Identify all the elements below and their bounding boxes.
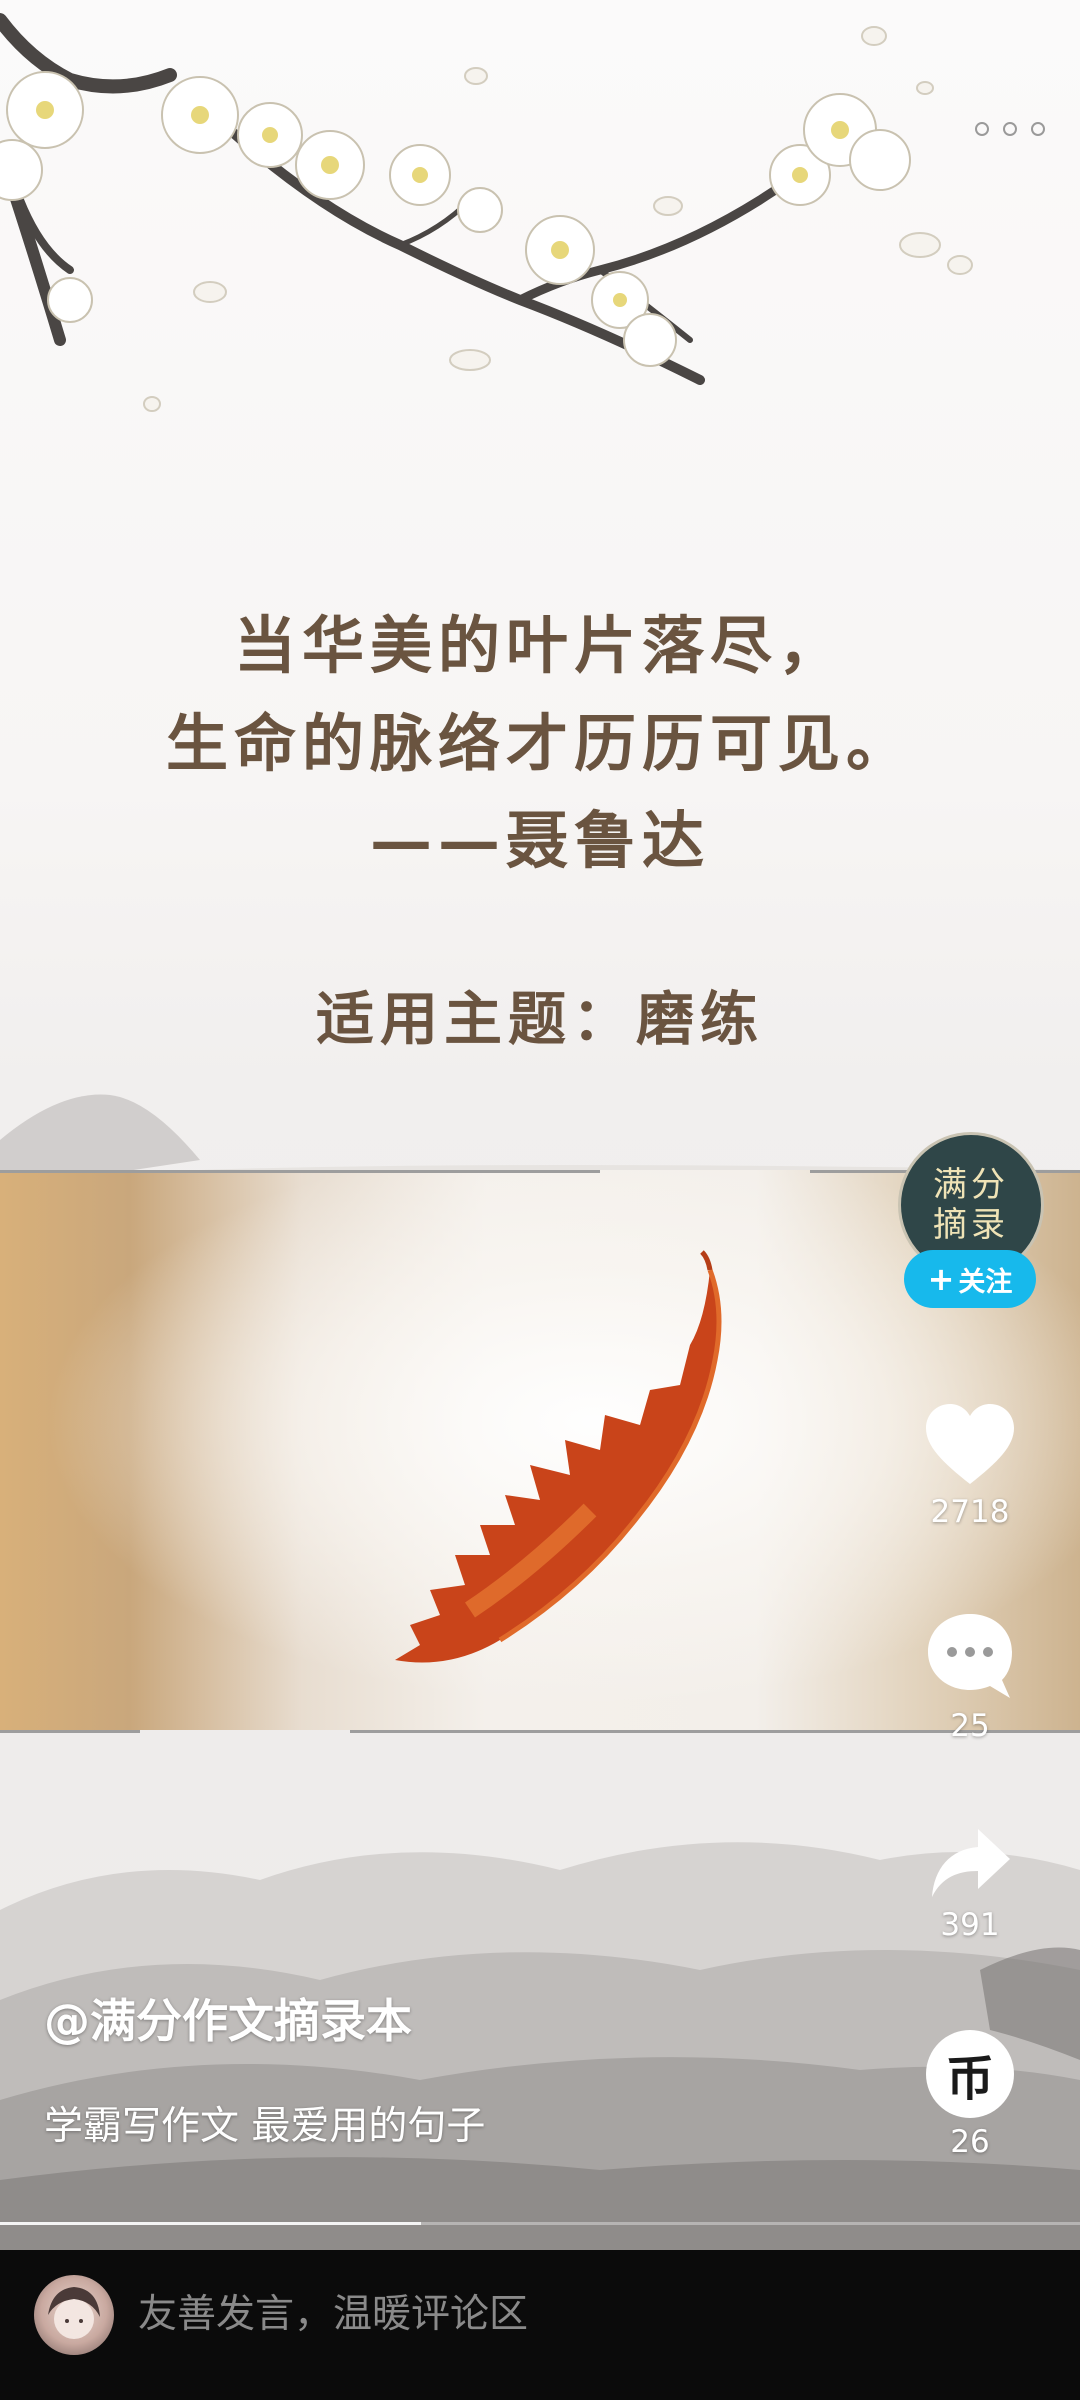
- plum-blossom-decoration: [0, 13, 973, 412]
- video-progress-fill: [0, 2222, 422, 2225]
- coin-count: 26: [950, 2124, 990, 2160]
- user-avatar[interactable]: [34, 2275, 114, 2355]
- user-avatar-image: [48, 2287, 100, 2339]
- comment-input[interactable]: 友善发言，温暖评论区: [138, 2285, 1038, 2345]
- share-count: 391: [940, 1907, 1000, 1943]
- more-options-button[interactable]: [975, 115, 1045, 143]
- theme-line: 适用主题：磨练: [315, 985, 764, 1053]
- plus-icon: +: [927, 1260, 955, 1298]
- video-progress-bar[interactable]: [0, 2222, 1080, 2225]
- follow-button[interactable]: + 关注: [904, 1250, 1036, 1308]
- quote-line-2: 生命的脉络才历历可见。: [165, 707, 914, 780]
- video-caption: 学霸写作文 最爱用的句子: [44, 2104, 486, 2149]
- like-button[interactable]: 2718: [900, 1402, 1040, 1530]
- comment-count: 25: [950, 1708, 990, 1744]
- avatar-text-line-2: 摘录: [933, 1205, 1009, 1245]
- coin-icon: 币: [926, 2030, 1014, 2118]
- red-leaf-illustration: [395, 1250, 722, 1663]
- quote-line-1: 当华美的叶片落尽，: [233, 609, 846, 682]
- heart-icon: [926, 1404, 1014, 1484]
- coin-button[interactable]: 币 26: [900, 2030, 1040, 2160]
- author-name[interactable]: @满分作文摘录本: [44, 1985, 412, 2051]
- follow-label: 关注: [958, 1266, 1013, 1298]
- like-count: 2718: [930, 1494, 1010, 1530]
- share-arrow-icon: [932, 1829, 1010, 1897]
- quote-author: ——聂鲁达: [369, 804, 710, 877]
- comment-button[interactable]: 25: [900, 1610, 1040, 1744]
- video-player[interactable]: 当华美的叶片落尽， 生命的脉络才历历可见。 ——聂鲁达 适用主题：磨练 @满分作…: [0, 0, 1080, 2250]
- avatar-text-line-1: 满分: [933, 1165, 1009, 1205]
- comment-bubble-icon: [928, 1614, 1012, 1698]
- share-button[interactable]: 391: [900, 1825, 1040, 1943]
- more-dots-icon: [975, 122, 989, 136]
